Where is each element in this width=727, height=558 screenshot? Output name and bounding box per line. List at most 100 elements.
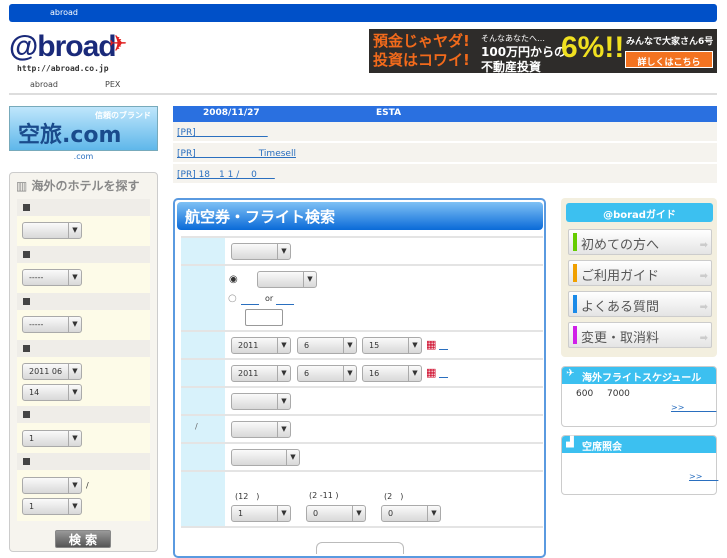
flight-search-button[interactable] [316, 542, 404, 554]
departure-city-select[interactable]: ▼ [231, 243, 291, 260]
hotel-label [17, 406, 150, 423]
news-item: [PR] 18 1 1 / 0 [173, 164, 717, 183]
ad-banner[interactable]: 預金じゃヤダ! 投資はコワイ! そんなあなたへ… 100万円からの 不動産投資 6%!… [369, 29, 717, 73]
divider [9, 93, 717, 95]
schedule-count1: 600 [576, 389, 594, 399]
chevron-down-icon: ▼ [277, 244, 290, 259]
color-bar [573, 264, 577, 282]
flight-row-ret-date: 2011 ▼ 6 ▼ 16 ▼ ▦ [181, 360, 543, 388]
dep-year-select[interactable]: 2011 ▼ [231, 337, 291, 354]
ret-month-select[interactable]: 6 ▼ [297, 365, 357, 382]
ad-brand: みんなで大家さん6号 [626, 37, 714, 47]
ad-line1: 預金じゃヤダ! [373, 32, 470, 50]
seat-more-link[interactable]: >> [689, 471, 718, 482]
ret-day-select[interactable]: 16 ▼ [362, 365, 422, 382]
hotel-label [17, 293, 150, 310]
airline-select[interactable]: ▼ [231, 393, 291, 410]
chevron-down-icon: ▼ [408, 366, 421, 381]
hotel-label [17, 199, 150, 216]
link-blank[interactable] [276, 293, 294, 306]
guide-usage[interactable]: ご利用ガイド ➡ [568, 260, 712, 286]
news-link[interactable]: [PR] [177, 128, 196, 138]
news-link[interactable]: [PR] 18 1 1 / 0 [177, 170, 275, 180]
seat-title: 空席照会 [582, 442, 622, 453]
chevron-down-icon: ▼ [277, 338, 290, 353]
schedule-more-link[interactable]: >> [671, 402, 716, 413]
news-item: [PR] Timesell [173, 143, 717, 162]
guide-cancellation[interactable]: 変更・取消料 ➡ [568, 322, 712, 348]
color-bar [573, 295, 577, 313]
hotel-area-select[interactable]: ----- ▼ [22, 316, 82, 333]
chevron-down-icon: ▼ [68, 431, 81, 446]
class-select[interactable]: ▼ [231, 421, 291, 438]
ad-sub2: 100万円からの [481, 45, 567, 59]
hotel-title: 海外のホテルを探す [31, 179, 140, 193]
calendar-icon[interactable]: ▦ [426, 338, 436, 351]
color-bar [573, 233, 577, 251]
ticket-type-select[interactable]: ▼ [231, 449, 300, 466]
news-date: 2008/11/27 [203, 108, 260, 118]
or-text: or [265, 294, 274, 303]
flight-row-airline: ▼ [181, 388, 543, 416]
news-esta: ESTA [376, 108, 402, 118]
flight-search-title: 航空券・フライト検索 [177, 202, 543, 230]
checkin-day-select[interactable]: 14 ▼ [22, 384, 82, 401]
hotel-label [17, 340, 150, 357]
guide-faq[interactable]: よくある質問 ➡ [568, 291, 712, 317]
flight-search-panel: 航空券・フライト検索 ▼ ◉ ▼ ○ or 2011 ▼ 6 ▼ 15 ▼ ▦ 201… [173, 198, 546, 558]
hotel-search-button[interactable]: 検 索 [55, 530, 111, 548]
chevron-down-icon: ▼ [68, 270, 81, 285]
guide-panel: @boradガイド 初めての方へ ➡ ご利用ガイド ➡ よくある質問 ➡ 変更・取消料… [561, 198, 717, 357]
sora-caption[interactable]: .com [9, 152, 158, 161]
flight-schedule-box: ✈ 海外フライトスケジュール 600 7000 >> [561, 366, 717, 427]
infants-select[interactable]: 0 ▼ [381, 505, 441, 522]
site-logo[interactable]: @broad ✈ http://abroad.co.jp [9, 26, 134, 78]
radio-unselected[interactable]: ○ [228, 293, 237, 304]
ad-rate: 6%!! [561, 31, 625, 64]
color-bar [573, 326, 577, 344]
dep-day-select[interactable]: 15 ▼ [362, 337, 422, 354]
chevron-down-icon: ▼ [343, 366, 356, 381]
dep-month-select[interactable]: 6 ▼ [297, 337, 357, 354]
sora-banner[interactable]: 空旅.com 信頼のブランド [9, 106, 158, 151]
logo-text: @broad [9, 30, 117, 63]
room-type-select[interactable]: ▼ [22, 477, 82, 494]
slash-text: / [86, 481, 89, 490]
nights-select[interactable]: 1 ▼ [22, 430, 82, 447]
news-link[interactable]: [PR] Timesell [177, 149, 296, 159]
guide-first-time[interactable]: 初めての方へ ➡ [568, 229, 712, 255]
chevron-down-icon: ▼ [286, 450, 299, 465]
ad-sub1: そんなあなたへ… [481, 34, 545, 43]
ad-details-button[interactable]: 詳しくはこちら [625, 51, 713, 68]
schedule-header: ✈ 海外フライトスケジュール [562, 367, 716, 384]
destination-select[interactable]: ▼ [257, 271, 317, 288]
arrow-right-icon: ➡ [699, 271, 708, 282]
radio-selected[interactable]: ◉ [229, 274, 238, 285]
hotel-header: ▥ 海外のホテルを探す [10, 173, 157, 195]
chevron-down-icon: ▼ [68, 478, 81, 493]
news-item: [PR] [173, 122, 717, 141]
building-icon: ▥ [16, 179, 32, 193]
chevron-down-icon: ▼ [303, 272, 316, 287]
arrow-right-icon: ➡ [699, 302, 708, 313]
arrow-right-icon: ➡ [699, 333, 708, 344]
adults-select[interactable]: 1 ▼ [231, 505, 291, 522]
hotel-city-select[interactable]: ----- ▼ [22, 269, 82, 286]
rooms-select[interactable]: 1 ▼ [22, 498, 82, 515]
destination-code-input[interactable] [245, 309, 283, 326]
link-blank[interactable] [241, 293, 259, 306]
children-select[interactable]: 0 ▼ [306, 505, 366, 522]
checkin-month-select[interactable]: 2011 06 ▼ [22, 363, 82, 380]
guide-title: @boradガイド [566, 203, 713, 222]
hotel-country-select[interactable]: ▼ [22, 222, 82, 239]
seat-header: ▟ 空席照会 [562, 436, 716, 453]
logo-url: http://abroad.co.jp [17, 64, 109, 73]
chevron-down-icon: ▼ [352, 506, 365, 521]
ad-line2: 投資はコワイ! [373, 51, 470, 69]
ret-year-select[interactable]: 2011 ▼ [231, 365, 291, 382]
subnav-abroad: abroad [30, 80, 58, 89]
hotel-label [17, 246, 150, 263]
chevron-down-icon: ▼ [68, 499, 81, 514]
seat-icon: ▟ [566, 437, 574, 448]
calendar-icon[interactable]: ▦ [426, 366, 436, 379]
